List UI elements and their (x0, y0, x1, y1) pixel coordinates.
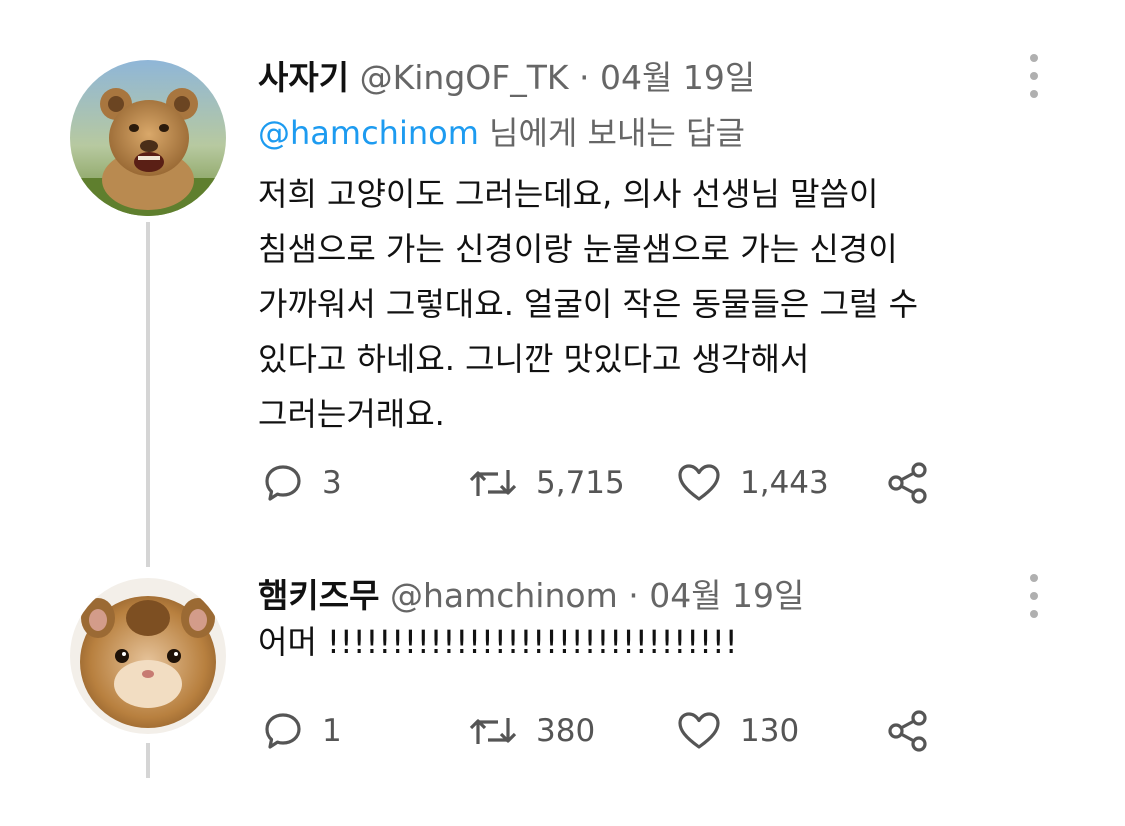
retweet-icon (469, 470, 517, 496)
tweet-card[interactable]: 햄키즈무 @hamchinom · 04월 19일 어머 !!!!!!!!!!!… (0, 560, 1125, 826)
tweet-actions: 3 5,715 1,443 (262, 458, 962, 508)
retweet-button[interactable]: 5,715 (468, 458, 625, 508)
avatar[interactable] (70, 60, 226, 216)
tweet-card[interactable]: 사자기 @KingOF_TK · 04월 19일 @hamchinom 님에게 … (0, 0, 1125, 567)
tweet-text-line: 어머 !!!!!!!!!!!!!!!!!!!!!!!!!!!!!!!! (258, 623, 738, 661)
like-button[interactable]: 1,443 (676, 458, 829, 508)
tweet-actions: 1 380 130 (262, 706, 962, 756)
author-display-name[interactable]: 햄키즈무 (258, 576, 379, 615)
like-icon (678, 464, 720, 501)
like-count: 1,443 (740, 465, 829, 501)
tweet-header: 햄키즈무 @hamchinom · 04월 19일 (258, 576, 804, 616)
reply-button[interactable]: 3 (262, 458, 342, 508)
header-separator: · (628, 576, 639, 615)
reply-to-mention[interactable]: @hamchinom (258, 114, 479, 152)
like-icon (678, 712, 720, 749)
header-separator: · (579, 58, 590, 97)
tweet-text-line: 저희 고양이도 그러는데요, 의사 선생님 말씀이 (258, 175, 879, 213)
reply-context: @hamchinom 님에게 보내는 답글 (258, 113, 745, 153)
retweet-button[interactable]: 380 (468, 706, 595, 756)
author-handle[interactable]: @hamchinom (390, 576, 618, 615)
hamster-avatar-image (70, 578, 226, 734)
tweet-header: 사자기 @KingOF_TK · 04월 19일 (258, 58, 755, 98)
tweet-date[interactable]: 04월 19일 (649, 576, 804, 615)
tweet-text-line: 있다고 하네요. 그니깐 맛있다고 생각해서 (258, 340, 810, 378)
reply-count: 3 (322, 465, 342, 501)
share-button[interactable] (886, 458, 932, 508)
more-options-icon[interactable] (1022, 54, 1046, 98)
lion-cub-avatar-image (70, 60, 226, 216)
tweet-text: 저희 고양이도 그러는데요, 의사 선생님 말씀이 침샘으로 가는 신경이랑 눈… (258, 167, 918, 442)
tweet-text: 어머 !!!!!!!!!!!!!!!!!!!!!!!!!!!!!!!! (258, 622, 738, 662)
tweet-text-line: 침샘으로 가는 신경이랑 눈물샘으로 가는 신경이 (258, 230, 898, 268)
tweet-date[interactable]: 04월 19일 (600, 58, 755, 97)
share-button[interactable] (886, 706, 932, 756)
like-button[interactable]: 130 (676, 706, 799, 756)
thread-connector-line (146, 743, 150, 778)
like-count: 130 (740, 713, 800, 749)
reply-to-suffix: 님에게 보내는 답글 (478, 114, 745, 152)
share-icon (888, 462, 927, 504)
retweet-icon (469, 718, 517, 744)
more-options-icon[interactable] (1022, 574, 1046, 618)
tweet-text-line: 가까워서 그렇대요. 얼굴이 작은 동물들은 그럴 수 (258, 285, 919, 323)
share-icon (888, 710, 927, 752)
reply-button[interactable]: 1 (262, 706, 342, 756)
reply-icon (265, 465, 301, 501)
retweet-count: 380 (536, 713, 596, 749)
author-handle[interactable]: @KingOF_TK (360, 58, 569, 97)
author-display-name[interactable]: 사자기 (258, 58, 349, 97)
avatar[interactable] (70, 578, 226, 734)
reply-icon (265, 713, 301, 749)
reply-count: 1 (322, 713, 342, 749)
thread-connector-line (146, 222, 150, 567)
tweet-text-line: 그러는거래요. (258, 395, 445, 433)
retweet-count: 5,715 (536, 465, 625, 501)
